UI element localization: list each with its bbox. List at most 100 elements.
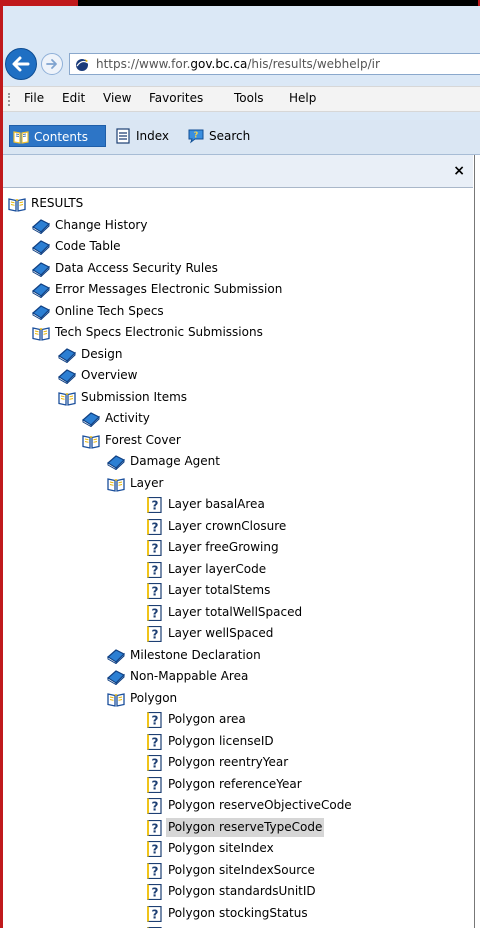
- help-topic-icon: ?: [145, 905, 163, 922]
- tree-item-label: Activity: [105, 411, 150, 425]
- menu-grip-handle: [8, 93, 12, 106]
- closed-book-icon: [31, 304, 51, 321]
- tree-item-label: Polygon stockingStatus: [168, 905, 308, 920]
- help-topic-icon: ?: [145, 754, 163, 772]
- close-pane-button[interactable]: ×: [453, 163, 465, 179]
- book-icon: [13, 131, 29, 144]
- url-domain: gov.bc.ca: [190, 57, 248, 71]
- tree-item-label: Layer freeGrowing: [168, 540, 279, 554]
- closed-book-icon: [31, 282, 51, 299]
- menu-edit[interactable]: Edit: [62, 91, 85, 105]
- menu-view[interactable]: View: [103, 91, 131, 105]
- help-topic-icon: ?: [145, 496, 163, 514]
- address-row: https://www.for.gov.bc.ca/his/results/we…: [3, 44, 480, 86]
- svg-text:?: ?: [152, 864, 159, 878]
- browser-chrome: https://www.for.gov.bc.ca/his/results/we…: [3, 6, 480, 120]
- tree-item-label: Polygon: [130, 690, 178, 705]
- help-topic-icon: ?: [145, 819, 163, 836]
- tab-contents[interactable]: Contents: [9, 125, 106, 147]
- tree-item-label: Milestone Declaration: [130, 647, 261, 662]
- help-topic-icon: ?: [145, 797, 163, 815]
- back-arrow-icon: [12, 56, 30, 72]
- tree-item-label: Layer crownClosure: [168, 518, 287, 533]
- svg-text:?: ?: [152, 757, 159, 771]
- svg-text:?: ?: [152, 907, 159, 921]
- address-bar[interactable]: https://www.for.gov.bc.ca/his/results/we…: [69, 53, 480, 75]
- tree-item-label: Submission Items: [81, 389, 188, 404]
- svg-text:?: ?: [152, 542, 159, 556]
- tree-item-label: Polygon standardsUnitID: [168, 884, 316, 898]
- tree-item-label: Polygon reserveTypeCode: [166, 817, 325, 837]
- topic-content-pane: [474, 155, 480, 928]
- back-button[interactable]: [5, 48, 37, 80]
- svg-text:?: ?: [152, 886, 159, 900]
- tree-item-label: Forest Cover: [105, 432, 181, 447]
- closed-book-icon: [31, 239, 51, 256]
- tree-item-label: Code Table: [55, 239, 121, 253]
- open-book-icon: [82, 433, 100, 449]
- menu-tools[interactable]: Tools: [234, 91, 264, 105]
- menu-file[interactable]: File: [24, 91, 44, 105]
- search-chat-icon: ?: [188, 129, 204, 144]
- help-topic-icon: ?: [145, 561, 163, 578]
- tree-item-label: Design: [81, 346, 123, 361]
- closed-book-icon: [106, 454, 126, 471]
- open-book-icon: [8, 196, 26, 212]
- open-book-icon: [32, 325, 50, 341]
- tree-item-label: Layer basalArea: [168, 497, 265, 511]
- tree-item-label: Polygon siteIndexSource: [168, 862, 315, 877]
- index-list-icon: [116, 128, 130, 144]
- svg-text:?: ?: [152, 735, 159, 749]
- tree-item-label: Polygon area: [168, 712, 246, 726]
- contents-pane-header: ×: [3, 155, 473, 188]
- menu-favorites[interactable]: Favorites: [149, 91, 203, 105]
- url-prefix: https://www.for.: [96, 57, 191, 71]
- help-topic-icon: ?: [145, 862, 163, 879]
- tree-item-label: Polygon licenseID: [168, 733, 274, 748]
- svg-text:?: ?: [152, 520, 159, 534]
- tree-item-label: Polygon siteIndex: [168, 841, 274, 855]
- forward-button[interactable]: [41, 53, 63, 75]
- tab-index-label: Index: [136, 129, 170, 143]
- menu-bar: File Edit View Favorites Tools Help: [3, 86, 480, 112]
- svg-text:?: ?: [152, 606, 159, 620]
- closed-book-icon: [57, 368, 77, 385]
- tree-item-label: Polygon referenceYear: [168, 776, 302, 791]
- help-topic-icon: ?: [145, 625, 163, 643]
- tree-item-label: Polygon reentryYear: [168, 755, 289, 769]
- tree-item-label: Online Tech Specs: [55, 303, 164, 318]
- help-topic-icon: ?: [145, 733, 163, 750]
- svg-text:?: ?: [152, 778, 159, 792]
- tree-item-label: Non-Mappable Area: [130, 669, 249, 683]
- help-topic-icon: ?: [145, 776, 163, 793]
- menu-help[interactable]: Help: [289, 91, 316, 105]
- closed-book-icon: [31, 218, 51, 235]
- svg-text:?: ?: [152, 499, 159, 513]
- url-path: /his/results/webhelp/ir: [247, 57, 380, 71]
- help-topic-icon: ?: [145, 539, 163, 557]
- closed-book-icon: [31, 261, 51, 278]
- tree-item-label: Overview: [81, 368, 138, 382]
- site-favicon-icon: [76, 59, 89, 71]
- svg-text:?: ?: [152, 843, 159, 857]
- tree-item-label: Layer totalWellSpaced: [168, 604, 303, 619]
- tab-search[interactable]: ? Search: [185, 125, 281, 147]
- closed-book-icon: [81, 411, 101, 428]
- tab-search-label: Search: [209, 129, 251, 143]
- svg-text:?: ?: [152, 821, 159, 835]
- closed-book-icon: [106, 648, 126, 665]
- help-topic-icon: ?: [145, 883, 163, 901]
- closed-book-icon: [57, 347, 77, 364]
- svg-text:?: ?: [194, 131, 199, 140]
- tree-item-label: Data Access Security Rules: [55, 260, 218, 275]
- help-topic-icon: ?: [145, 711, 163, 729]
- open-book-icon: [58, 390, 76, 406]
- svg-text:?: ?: [152, 800, 159, 814]
- help-navigation-tabs: Contents Index ? Search: [3, 120, 480, 155]
- tree-item-label: Polygon reserveObjectiveCode: [168, 798, 352, 812]
- contents-tree: RESULTS Change History Code Table Data Acce…: [3, 188, 473, 928]
- tree-item-label: Layer wellSpaced: [168, 626, 274, 640]
- open-book-icon: [107, 476, 125, 492]
- tree-item-label: Error Messages Electronic Submission: [55, 282, 283, 296]
- help-topic-icon: ?: [145, 518, 163, 535]
